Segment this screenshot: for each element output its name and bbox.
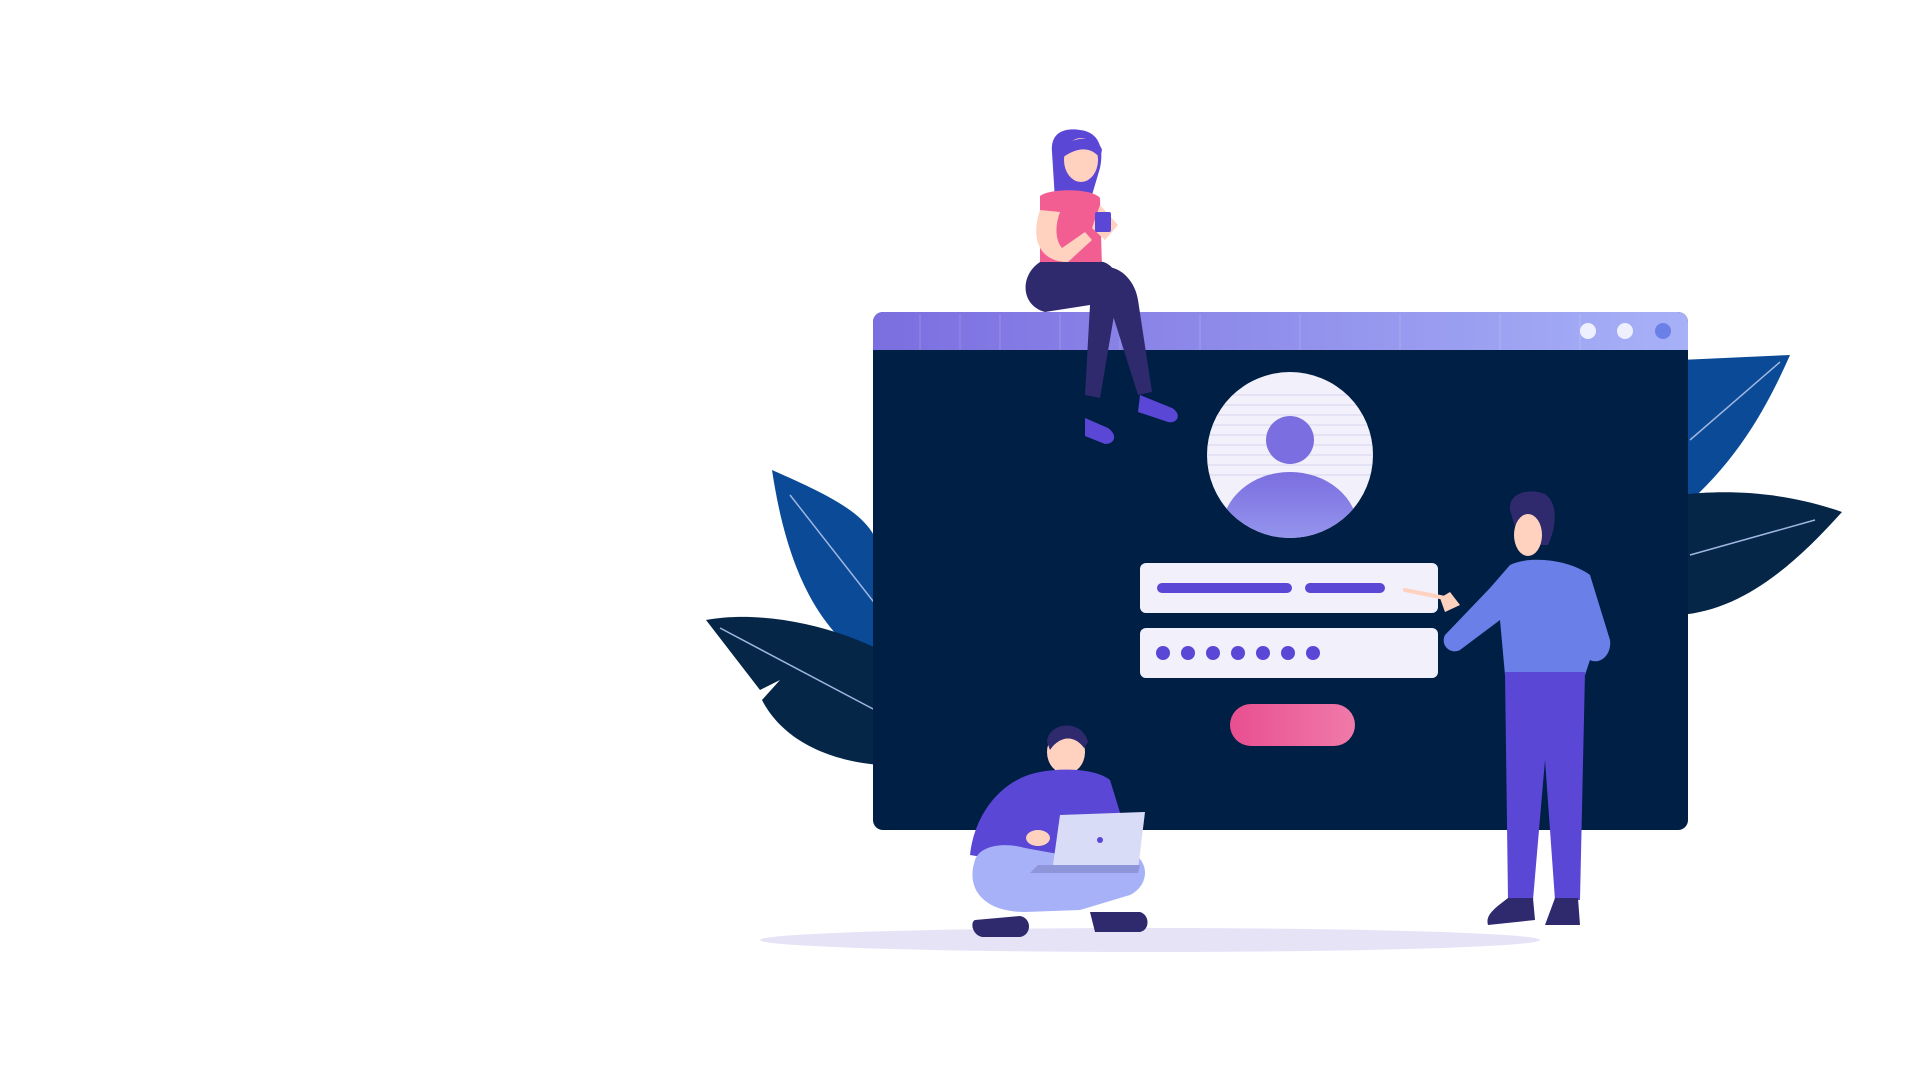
minimize-dot-icon[interactable] — [1580, 323, 1596, 339]
maximize-dot-icon[interactable] — [1617, 323, 1633, 339]
username-field[interactable] — [1140, 563, 1438, 613]
window-title-bar — [873, 312, 1688, 350]
username-text-bar-2 — [1305, 583, 1385, 593]
floor-shadow — [760, 928, 1540, 952]
right-leaves-icon — [1680, 355, 1842, 615]
close-dot-icon[interactable] — [1655, 323, 1671, 339]
illustration-stage — [0, 0, 1920, 1080]
login-button[interactable] — [1230, 704, 1355, 746]
login-illustration — [706, 129, 1842, 952]
left-leaves-icon — [706, 470, 881, 765]
username-text-bar-1 — [1157, 583, 1292, 593]
password-field[interactable] — [1140, 628, 1438, 678]
